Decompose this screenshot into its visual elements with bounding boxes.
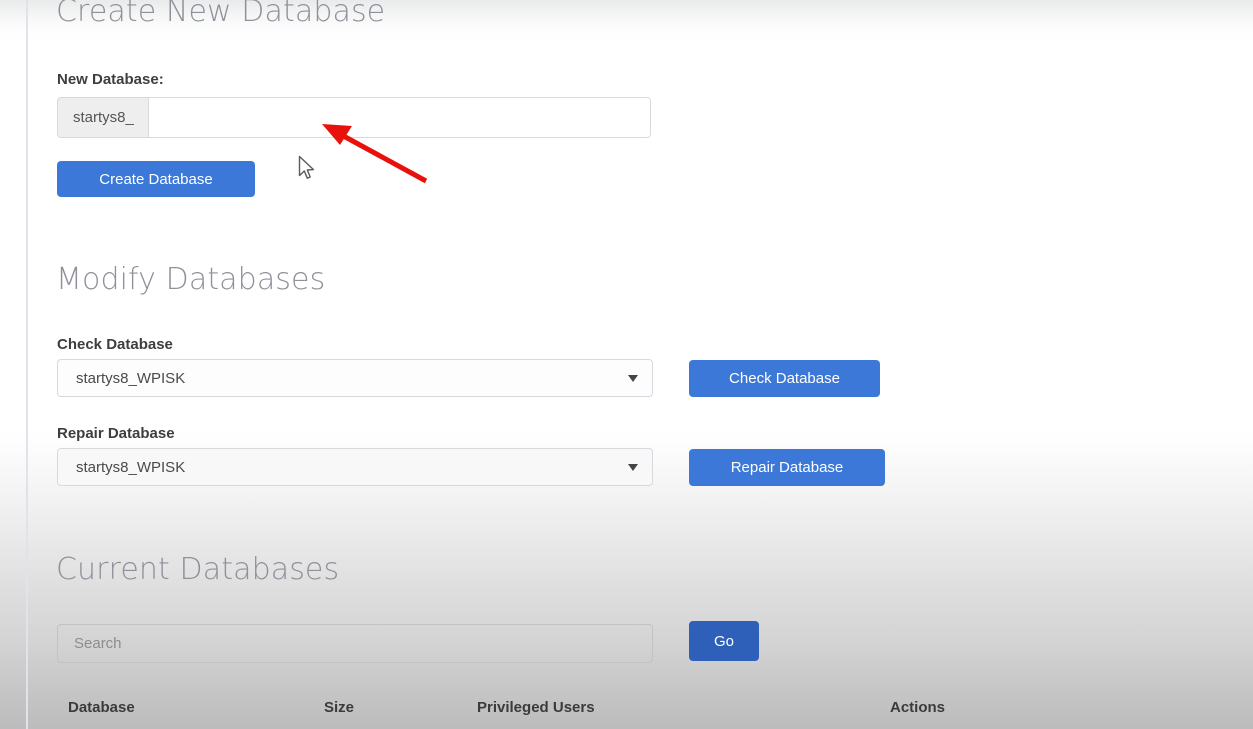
- check-database-label: Check Database: [57, 336, 173, 353]
- new-database-input-group[interactable]: startys8_: [57, 97, 651, 138]
- search-input[interactable]: [57, 624, 653, 663]
- new-database-label: New Database:: [57, 71, 164, 88]
- chevron-down-icon: [628, 463, 638, 471]
- column-header-database: Database: [68, 699, 135, 716]
- repair-database-select[interactable]: startys8_WPISK: [57, 448, 653, 486]
- column-header-privileged-users: Privileged Users: [477, 699, 595, 716]
- search-go-button[interactable]: Go: [689, 621, 759, 661]
- repair-database-selected-value: startys8_WPISK: [76, 458, 186, 476]
- check-database-select[interactable]: startys8_WPISK: [57, 359, 653, 397]
- create-database-button[interactable]: Create Database: [57, 161, 255, 197]
- check-database-selected-value: startys8_WPISK: [76, 369, 186, 387]
- repair-database-button[interactable]: Repair Database: [689, 449, 885, 486]
- page-title-current-databases: Current Databases: [56, 552, 340, 587]
- column-header-actions: Actions: [890, 699, 946, 716]
- database-prefix-addon: startys8_: [58, 98, 149, 137]
- column-header-size: Size: [324, 699, 355, 716]
- page-title-modify-databases: Modify Databases: [56, 262, 326, 297]
- databases-table-header-row: Database Size Privileged Users Actions: [57, 699, 1117, 723]
- new-database-input[interactable]: [148, 98, 650, 137]
- mysql-databases-page: Create New Database New Database: starty…: [0, 0, 1253, 729]
- page-title-create-new-database: Create New Database: [56, 0, 386, 29]
- check-database-button[interactable]: Check Database: [689, 360, 880, 397]
- chevron-down-icon: [628, 374, 638, 382]
- repair-database-label: Repair Database: [57, 425, 175, 442]
